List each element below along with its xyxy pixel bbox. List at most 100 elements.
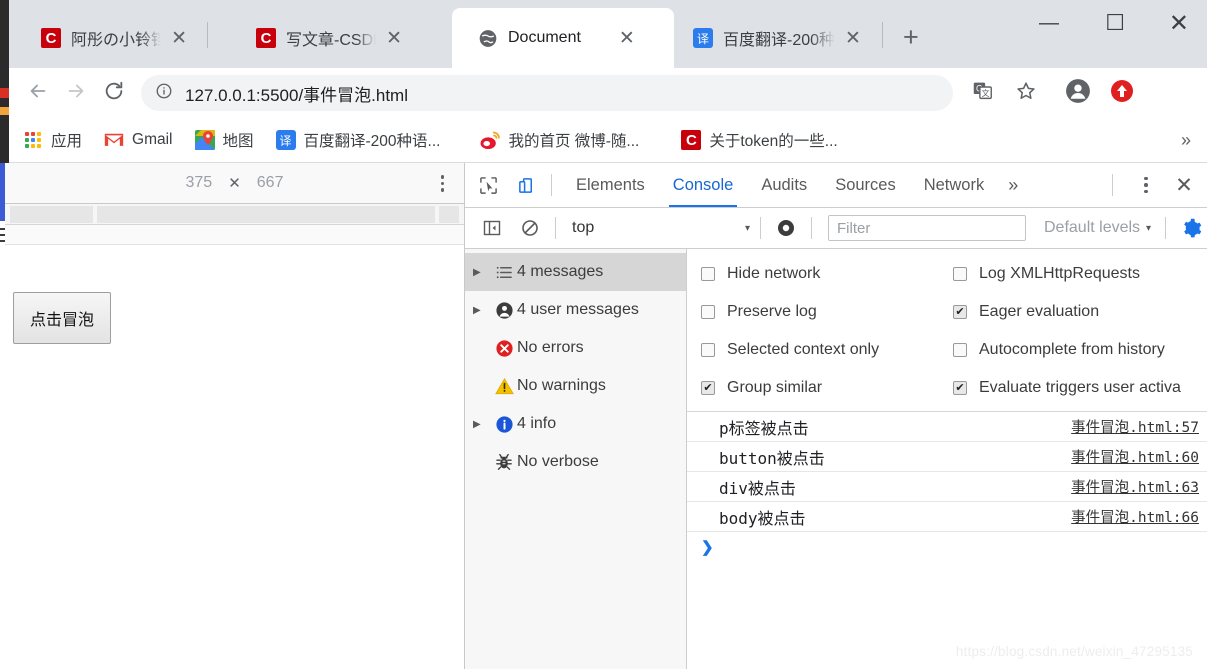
prompt-chevron-icon: ❯ — [701, 539, 714, 556]
checkbox[interactable] — [701, 343, 715, 357]
checkbox-checked[interactable] — [953, 381, 967, 395]
checkbox-checked[interactable] — [701, 381, 715, 395]
reload-button[interactable] — [95, 74, 133, 112]
bookmark-label: Gmail — [132, 131, 173, 148]
device-dimensions[interactable]: 375 ✕ 667 — [186, 174, 284, 192]
setting-evaluate-triggers-user-activation[interactable]: Evaluate triggers user activa — [947, 379, 1181, 397]
viewport-horizontal-scrollbar[interactable] — [5, 204, 464, 225]
new-tab-button[interactable]: + — [903, 24, 919, 51]
eye-icon[interactable] — [771, 213, 801, 243]
tab-label: Elements — [576, 175, 645, 194]
background-window-edge — [0, 0, 9, 163]
device-width-value[interactable]: 375 — [186, 174, 213, 192]
minimize-button[interactable]: — — [1039, 0, 1059, 46]
console-log-row[interactable]: div被点击 事件冒泡.html:63 — [687, 472, 1207, 502]
tab-close-icon[interactable]: ✕ — [171, 28, 187, 48]
forward-button[interactable] — [57, 74, 95, 112]
setting-eager-evaluation[interactable]: Eager evaluation — [947, 303, 1099, 321]
setting-group-similar[interactable]: Group similar — [687, 379, 947, 397]
bookmarks-overflow-icon[interactable]: » — [1181, 130, 1191, 151]
sidebar-item-label: No errors — [517, 339, 584, 356]
user-icon — [491, 301, 517, 320]
bookmark-label: 我的首页 微博-随... — [508, 133, 640, 150]
log-source-link[interactable]: 事件冒泡.html:60 — [1071, 446, 1199, 467]
bookmark-apps[interactable]: 应用 — [23, 129, 82, 151]
translate-button[interactable]: G 文 — [963, 74, 1001, 112]
log-source-link[interactable]: 事件冒泡.html:66 — [1071, 506, 1199, 527]
sidebar-item-info[interactable]: ▶ 4 info — [465, 405, 686, 443]
clear-console-icon[interactable] — [515, 213, 545, 243]
expand-arrow-icon[interactable]: ▶ — [473, 267, 491, 278]
update-button[interactable] — [1103, 74, 1141, 112]
bookmark-maps[interactable]: 地图 — [194, 129, 254, 151]
tab-label: Sources — [835, 175, 896, 194]
tab-1[interactable]: C 写文章-CSDN博 ✕ — [240, 8, 410, 68]
checkbox[interactable] — [701, 267, 715, 281]
console-prompt[interactable]: ❯ — [687, 532, 1207, 562]
sidebar-item-user-messages[interactable]: ▶ 4 user messages — [465, 291, 686, 329]
sidebar-item-warnings[interactable]: No warnings — [465, 367, 686, 405]
address-bar[interactable]: 127.0.0.1:5500/事件冒泡.html — [141, 75, 953, 111]
checkbox[interactable] — [953, 343, 967, 357]
window-close-button[interactable]: ✕ — [1169, 0, 1189, 46]
bookmark-baidu-fanyi[interactable]: 译 百度翻译-200种语... — [275, 129, 440, 151]
bookmark-gmail[interactable]: Gmail — [104, 130, 173, 150]
device-height-value[interactable]: 667 — [257, 174, 284, 192]
forward-arrow-icon — [65, 80, 87, 107]
star-icon — [1015, 80, 1037, 107]
tab-close-icon[interactable]: ✕ — [845, 28, 861, 48]
checkbox-checked[interactable] — [953, 305, 967, 319]
info-circle-icon[interactable] — [155, 82, 173, 105]
tab-close-icon[interactable]: ✕ — [386, 28, 402, 48]
bookmark-csdn-token[interactable]: C 关于token的一些... — [681, 129, 838, 151]
devtools-close-icon[interactable]: ✕ — [1169, 170, 1199, 200]
setting-hide-network[interactable]: Hide network — [687, 265, 947, 283]
profile-button[interactable] — [1059, 74, 1097, 112]
expand-arrow-icon[interactable]: ▶ — [473, 305, 491, 316]
setting-autocomplete-from-history[interactable]: Autocomplete from history — [947, 341, 1165, 359]
checkbox[interactable] — [953, 267, 967, 281]
back-button[interactable] — [19, 74, 57, 112]
settings-row: Preserve log Eager evaluation — [687, 293, 1207, 331]
devtools-tab-sources[interactable]: Sources — [821, 163, 910, 207]
tab-separator — [882, 22, 883, 48]
devtools-tab-network[interactable]: Network — [910, 163, 999, 207]
setting-log-xhr[interactable]: Log XMLHttpRequests — [947, 265, 1140, 283]
setting-preserve-log[interactable]: Preserve log — [687, 303, 947, 321]
tab-close-icon[interactable]: ✕ — [619, 28, 635, 48]
browser-window: C 阿彤の小铃铛 ✕ C 写文章-CSDN博 ✕ Document ✕ 译 百度… — [0, 0, 1207, 669]
log-levels-select[interactable]: Default levels ▾ — [1044, 219, 1151, 237]
tab-0[interactable]: C 阿彤の小铃铛 ✕ — [25, 8, 195, 68]
page-bubble-button[interactable]: 点击冒泡 — [13, 292, 112, 344]
log-source-link[interactable]: 事件冒泡.html:57 — [1071, 416, 1199, 437]
setting-selected-context-only[interactable]: Selected context only — [687, 341, 947, 359]
console-log-row[interactable]: p标签被点击 事件冒泡.html:57 — [687, 412, 1207, 442]
address-bar-url: 127.0.0.1:5500/事件冒泡.html — [185, 85, 409, 105]
device-toolbar-icon[interactable] — [511, 170, 541, 200]
console-log-row[interactable]: button被点击 事件冒泡.html:60 — [687, 442, 1207, 472]
watermark: https://blog.csdn.net/weixin_47295135 — [955, 644, 1193, 659]
console-sidebar-icon[interactable] — [477, 213, 507, 243]
devtools-tab-audits[interactable]: Audits — [747, 163, 821, 207]
bookmark-button[interactable] — [1007, 74, 1045, 112]
sidebar-item-verbose[interactable]: No verbose — [465, 443, 686, 481]
checkbox[interactable] — [701, 305, 715, 319]
inspect-cursor-icon[interactable] — [473, 170, 503, 200]
tab-2-active[interactable]: Document ✕ — [452, 8, 674, 68]
console-filter-input[interactable]: Filter — [828, 215, 1026, 241]
devtools-tabs-overflow-icon[interactable]: » — [998, 175, 1028, 196]
bookmark-weibo[interactable]: 我的首页 微博-随... — [480, 129, 639, 151]
maximize-button[interactable]: ☐ — [1105, 0, 1125, 46]
devtools-tab-elements[interactable]: Elements — [562, 163, 659, 207]
log-source-link[interactable]: 事件冒泡.html:63 — [1071, 476, 1199, 497]
devtools-more-tools-icon[interactable] — [1131, 170, 1161, 200]
sidebar-item-messages[interactable]: ▶ 4 messages — [465, 253, 686, 291]
tab-3[interactable]: 译 百度翻译-200种 ✕ — [675, 8, 875, 68]
javascript-context-select[interactable]: top ▾ — [572, 219, 750, 237]
device-more-options-icon[interactable] — [440, 172, 444, 195]
expand-arrow-icon[interactable]: ▶ — [473, 419, 491, 430]
devtools-tab-console[interactable]: Console — [659, 163, 748, 207]
console-log-row[interactable]: body被点击 事件冒泡.html:66 — [687, 502, 1207, 532]
gear-icon[interactable] — [1176, 213, 1206, 243]
sidebar-item-errors[interactable]: No errors — [465, 329, 686, 367]
